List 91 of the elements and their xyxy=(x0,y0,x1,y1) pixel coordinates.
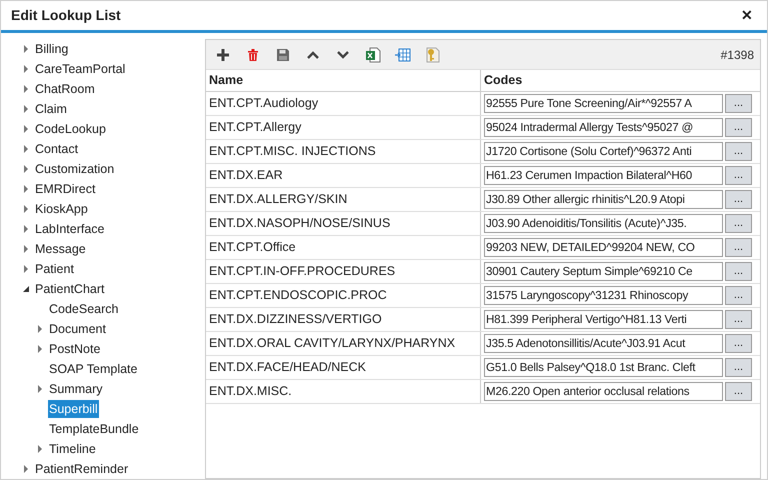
browse-button[interactable]: ... xyxy=(725,310,752,329)
tree-item[interactable]: Patient xyxy=(34,260,75,278)
column-header: Codes xyxy=(483,72,524,90)
expand-arrow-icon[interactable] xyxy=(23,105,29,113)
codes-field[interactable]: 95024 Intradermal Allergy Tests^95027 @ xyxy=(484,118,723,137)
browse-button[interactable]: ... xyxy=(725,214,752,233)
trash-icon xyxy=(248,48,258,60)
chevron-up-icon xyxy=(307,50,319,58)
table-cell: ENT.CPT.Office xyxy=(206,236,481,259)
browse-button[interactable]: ... xyxy=(725,382,752,401)
tree-item[interactable]: TemplateBundle xyxy=(48,420,140,438)
tree-item[interactable]: ChatRoom xyxy=(34,80,96,98)
browse-button[interactable]: ... xyxy=(725,334,752,353)
tree-item[interactable]: Document xyxy=(48,320,107,338)
browse-button[interactable]: ... xyxy=(725,166,752,185)
codes-field[interactable]: 30901 Cautery Septum Simple^69210 Ce xyxy=(484,262,723,281)
codes-field[interactable]: H81.399 Peripheral Vertigo^H81.13 Verti xyxy=(484,310,723,329)
tree-item[interactable]: KioskApp xyxy=(34,200,89,218)
table-cell: ENT.DX.ALLERGY/SKIN xyxy=(206,188,481,211)
record-number: #1398 xyxy=(720,46,755,64)
browse-button[interactable]: ... xyxy=(725,238,752,257)
collapse-arrow-icon[interactable] xyxy=(23,285,29,293)
expand-arrow-icon[interactable] xyxy=(23,165,29,173)
expand-arrow-icon[interactable] xyxy=(23,225,29,233)
tree-item[interactable]: CodeSearch xyxy=(48,300,120,318)
table-cell: ENT.DX.MISC. xyxy=(206,380,481,403)
tree-item[interactable]: SOAP Template xyxy=(48,360,138,378)
table-cell: ENT.CPT.ENDOSCOPIC.PROC xyxy=(206,284,481,307)
close-button[interactable]: ✕ xyxy=(737,5,757,26)
expand-arrow-icon[interactable] xyxy=(23,245,29,253)
table-arrow-icon xyxy=(395,48,411,62)
browse-button[interactable]: ... xyxy=(725,190,752,209)
tree-item[interactable]: CareTeamPortal xyxy=(34,60,126,78)
tree-item[interactable]: LabInterface xyxy=(34,220,106,238)
codes-field[interactable]: J03.90 Adenoiditis/Tonsilitis (Acute)^J35. xyxy=(484,214,723,233)
expand-arrow-icon[interactable] xyxy=(23,65,29,73)
tree-item[interactable]: Timeline xyxy=(48,440,97,458)
expand-arrow-icon[interactable] xyxy=(23,465,29,473)
expand-arrow-icon[interactable] xyxy=(23,125,29,133)
browse-button[interactable]: ... xyxy=(725,118,752,137)
expand-arrow-icon[interactable] xyxy=(37,385,43,393)
expand-arrow-icon[interactable] xyxy=(37,345,43,353)
table-cell: ENT.CPT.Allergy xyxy=(206,116,481,139)
browse-button[interactable]: ... xyxy=(725,142,752,161)
browse-button[interactable]: ... xyxy=(725,262,752,281)
tree-item[interactable]: PostNote xyxy=(48,340,102,358)
tree-item[interactable]: Customization xyxy=(34,160,116,178)
expand-arrow-icon[interactable] xyxy=(37,445,43,453)
table-cell: ENT.DX.DIZZINESS/VERTIGO xyxy=(206,308,481,331)
table-cell: ENT.CPT.MISC. INJECTIONS xyxy=(206,140,481,163)
column-header: Name xyxy=(206,70,481,91)
expand-arrow-icon[interactable] xyxy=(37,325,43,333)
table-cell: ENT.CPT.IN-OFF.PROCEDURES xyxy=(206,260,481,283)
tree-item[interactable]: Superbill xyxy=(48,400,99,418)
codes-field[interactable]: 31575 Laryngoscopy^31231 Rhinoscopy xyxy=(484,286,723,305)
codes-field[interactable]: G51.0 Bells Palsey^Q18.0 1st Branc. Cleft xyxy=(484,358,723,377)
expand-arrow-icon[interactable] xyxy=(23,45,29,53)
add-icon xyxy=(217,48,229,60)
table-cell: ENT.DX.EAR xyxy=(206,164,481,187)
expand-arrow-icon[interactable] xyxy=(23,145,29,153)
tree-item[interactable]: EMRDirect xyxy=(34,180,96,198)
key-document-icon xyxy=(426,46,440,62)
table-cell: ENT.DX.NASOPH/NOSE/SINUS xyxy=(206,212,481,235)
tree-item[interactable]: Billing xyxy=(34,40,70,58)
expand-arrow-icon[interactable] xyxy=(23,205,29,213)
tree-item[interactable]: Contact xyxy=(34,140,80,158)
browse-button[interactable]: ... xyxy=(725,286,752,305)
chevron-down-icon xyxy=(337,50,349,58)
tree-item[interactable]: PatientReminder xyxy=(34,460,130,478)
expand-arrow-icon[interactable] xyxy=(23,265,29,273)
codes-field[interactable]: M26.220 Open anterior occlusal relations xyxy=(484,382,723,401)
codes-field[interactable]: H61.23 Cerumen Impaction Bilateral^H60 xyxy=(484,166,723,185)
expand-arrow-icon[interactable] xyxy=(23,185,29,193)
expand-arrow-icon[interactable] xyxy=(23,85,29,93)
table-cell: ENT.DX.ORAL CAVITY/LARYNX/PHARYNX xyxy=(206,332,481,355)
codes-field[interactable]: 99203 NEW, DETAILED^99204 NEW, CO xyxy=(484,238,723,257)
table-cell: ENT.DX.FACE/HEAD/NECK xyxy=(206,356,481,379)
codes-field[interactable]: 92555 Pure Tone Screening/Air*^92557 A xyxy=(484,94,723,113)
tree-item[interactable]: Claim xyxy=(34,100,68,118)
browse-button[interactable]: ... xyxy=(725,94,752,113)
tree-item[interactable]: Message xyxy=(34,240,87,258)
spreadsheet-icon xyxy=(365,46,381,62)
codes-field[interactable]: J35.5 Adenotonsillitis/Acute^J03.91 Acut xyxy=(484,334,723,353)
tree-item[interactable]: CodeLookup xyxy=(34,120,107,138)
tree-item[interactable]: PatientChart xyxy=(34,280,106,298)
codes-field[interactable]: J30.89 Other allergic rhinitis^L20.9 Atopi xyxy=(484,190,723,209)
table-cell: ENT.CPT.Audiology xyxy=(206,92,481,115)
tree-item[interactable]: Summary xyxy=(48,380,104,398)
browse-button[interactable]: ... xyxy=(725,358,752,377)
codes-field[interactable]: J1720 Cortisone (Solu Cortef)^96372 Anti xyxy=(484,142,723,161)
window-title: Edit Lookup List xyxy=(11,6,121,25)
